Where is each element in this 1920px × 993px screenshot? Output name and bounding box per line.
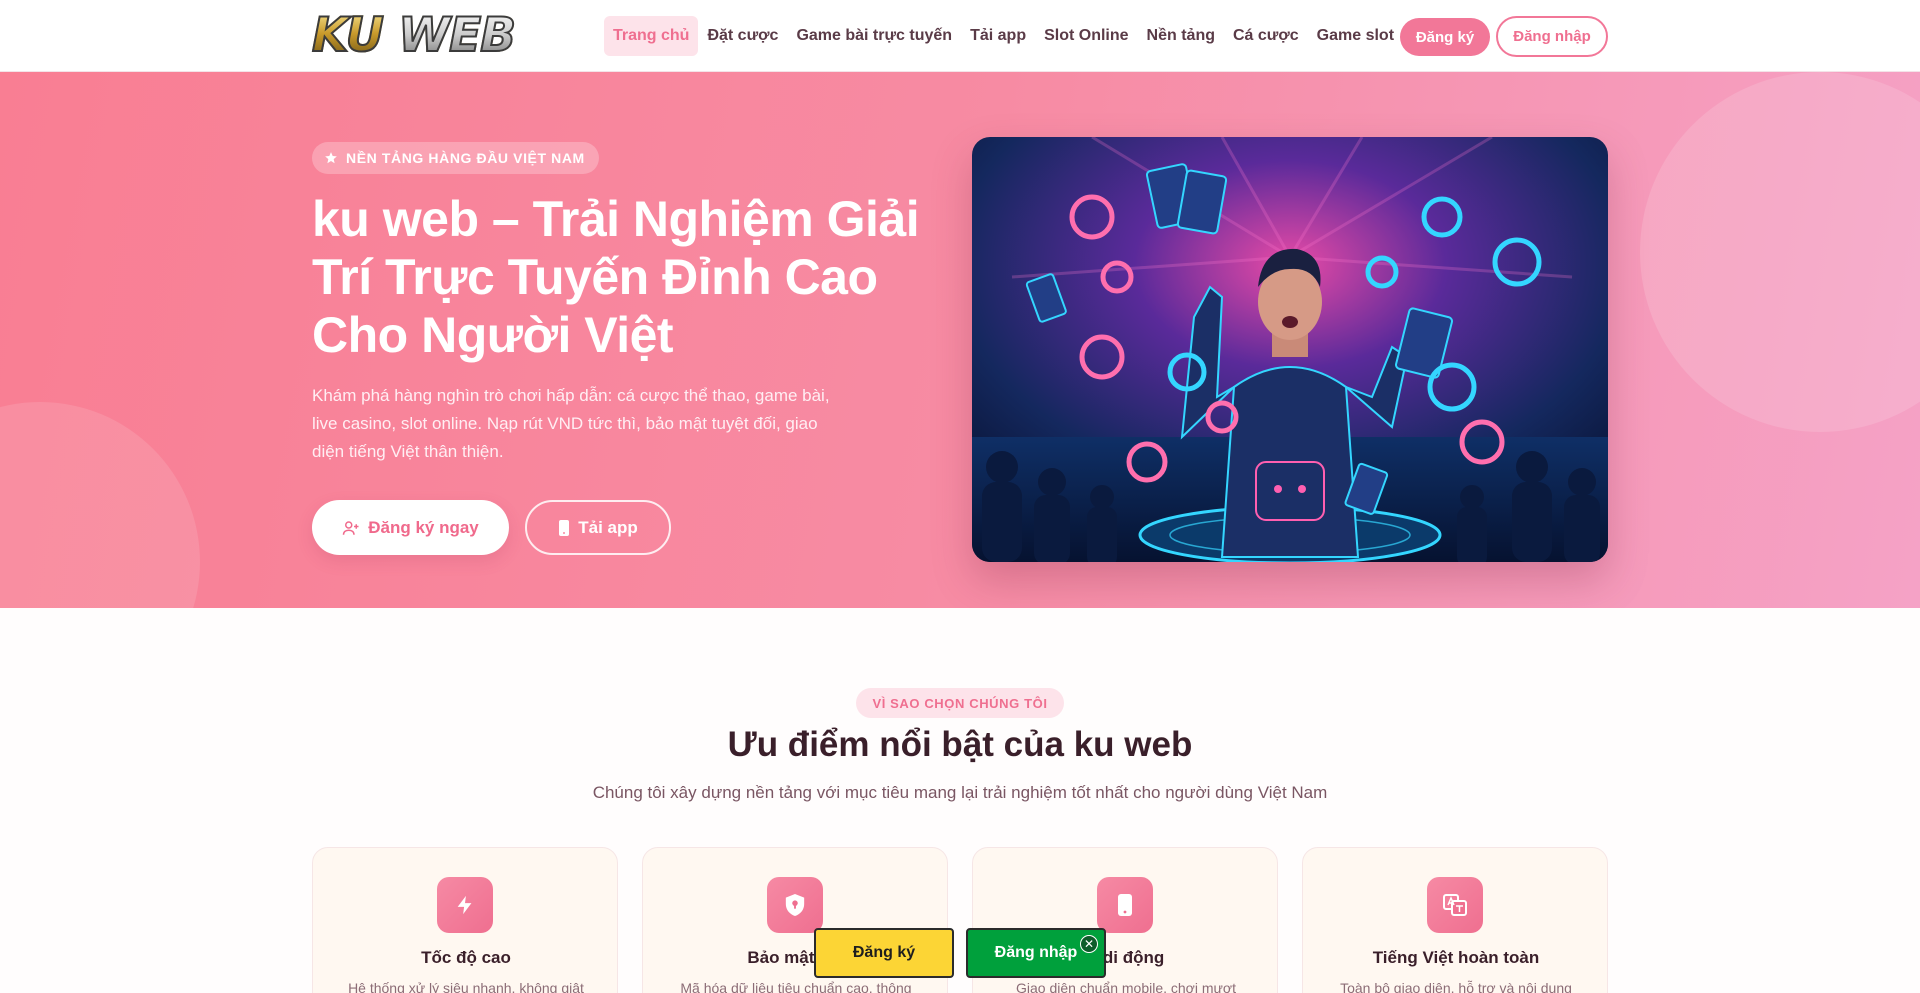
feature-card-speed: Tốc độ cao Hệ thống xử lý siêu nhanh, kh… [312,847,618,993]
nav-item-home[interactable]: Trang chủ [604,16,699,56]
nav-item-wagering[interactable]: Cá cược [1224,16,1308,56]
hero-download-app-button[interactable]: Tải app [525,500,671,555]
mobile-icon [1097,877,1153,933]
header-login-button[interactable]: Đăng nhập [1496,16,1608,57]
section-subtitle: Chúng tôi xây dựng nền tảng với mục tiêu… [592,783,1328,802]
logo-text-ku: KU [311,8,385,63]
hero-description: Khám phá hàng nghìn trò chơi hấp dẫn: cá… [312,386,830,461]
nav-item-platform[interactable]: Nền tảng [1138,16,1224,56]
section-tag: VÌ SAO CHỌN CHÚNG TÔI [856,688,1064,718]
hero-badge-label: NỀN TẢNG HÀNG ĐẦU VIỆT NAM [346,150,585,166]
nav-item-card-games[interactable]: Game bài trực tuyến [787,16,961,56]
feature-card-desc: Mã hóa dữ liệu tiêu chuẩn cao, thông [680,980,912,993]
hero-register-label: Đăng ký ngay [368,517,479,537]
logo-text-web: WEB [397,8,517,63]
main-nav: Trang chủ Đặt cược Game bài trực tuyến T… [604,16,1403,56]
user-plus-icon [342,520,359,535]
feature-card-vietnamese: Tiếng Việt hoàn toàn Toàn bộ giao diện, … [1302,847,1608,993]
close-icon[interactable]: ✕ [1080,935,1098,953]
site-header: KU WEB Trang chủ Đặt cược Game bài trực … [0,0,1920,72]
nav-item-game-slot[interactable]: Game slot [1308,16,1403,56]
casino-player-illustration [972,137,1608,562]
translate-icon [1427,877,1483,933]
floating-register-button[interactable]: Đăng ký [814,928,954,978]
nav-item-betting[interactable]: Đặt cược [698,16,787,56]
feature-card-desc: Giao diện chuẩn mobile, chơi mượt [1016,980,1236,993]
decorative-circle [0,402,200,608]
hero-register-button[interactable]: Đăng ký ngay [312,500,509,555]
lightning-icon [437,877,493,933]
hero-download-app-label: Tải app [578,517,638,537]
hero-title: ku web – Trải Nghiệm Giải Trí Trực Tuyến… [312,191,920,363]
feature-card-desc: Toàn bộ giao diện, hỗ trợ và nội dung [1340,980,1572,993]
feature-card-title: Tốc độ cao [421,948,511,967]
hero-illustration [972,137,1608,562]
header-register-button[interactable]: Đăng ký [1400,18,1490,56]
nav-item-download-app[interactable]: Tải app [961,16,1035,56]
shield-icon [767,877,823,933]
hero-section: NỀN TẢNG HÀNG ĐẦU VIỆT NAM ku web – Trải… [0,72,1920,608]
star-icon [325,152,337,164]
feature-card-desc: Hệ thống xử lý siêu nhanh, không giật [348,980,584,993]
nav-item-slot-online[interactable]: Slot Online [1035,16,1137,56]
decorative-circle [1640,72,1920,432]
feature-card-title: Tiếng Việt hoàn toàn [1372,948,1540,967]
mobile-icon [559,519,570,536]
hero-badge: NỀN TẢNG HÀNG ĐẦU VIỆT NAM [312,142,599,174]
section-title: Ưu điểm nổi bật của ku web [727,725,1193,764]
ku-web-logo[interactable]: KU WEB [311,8,568,63]
